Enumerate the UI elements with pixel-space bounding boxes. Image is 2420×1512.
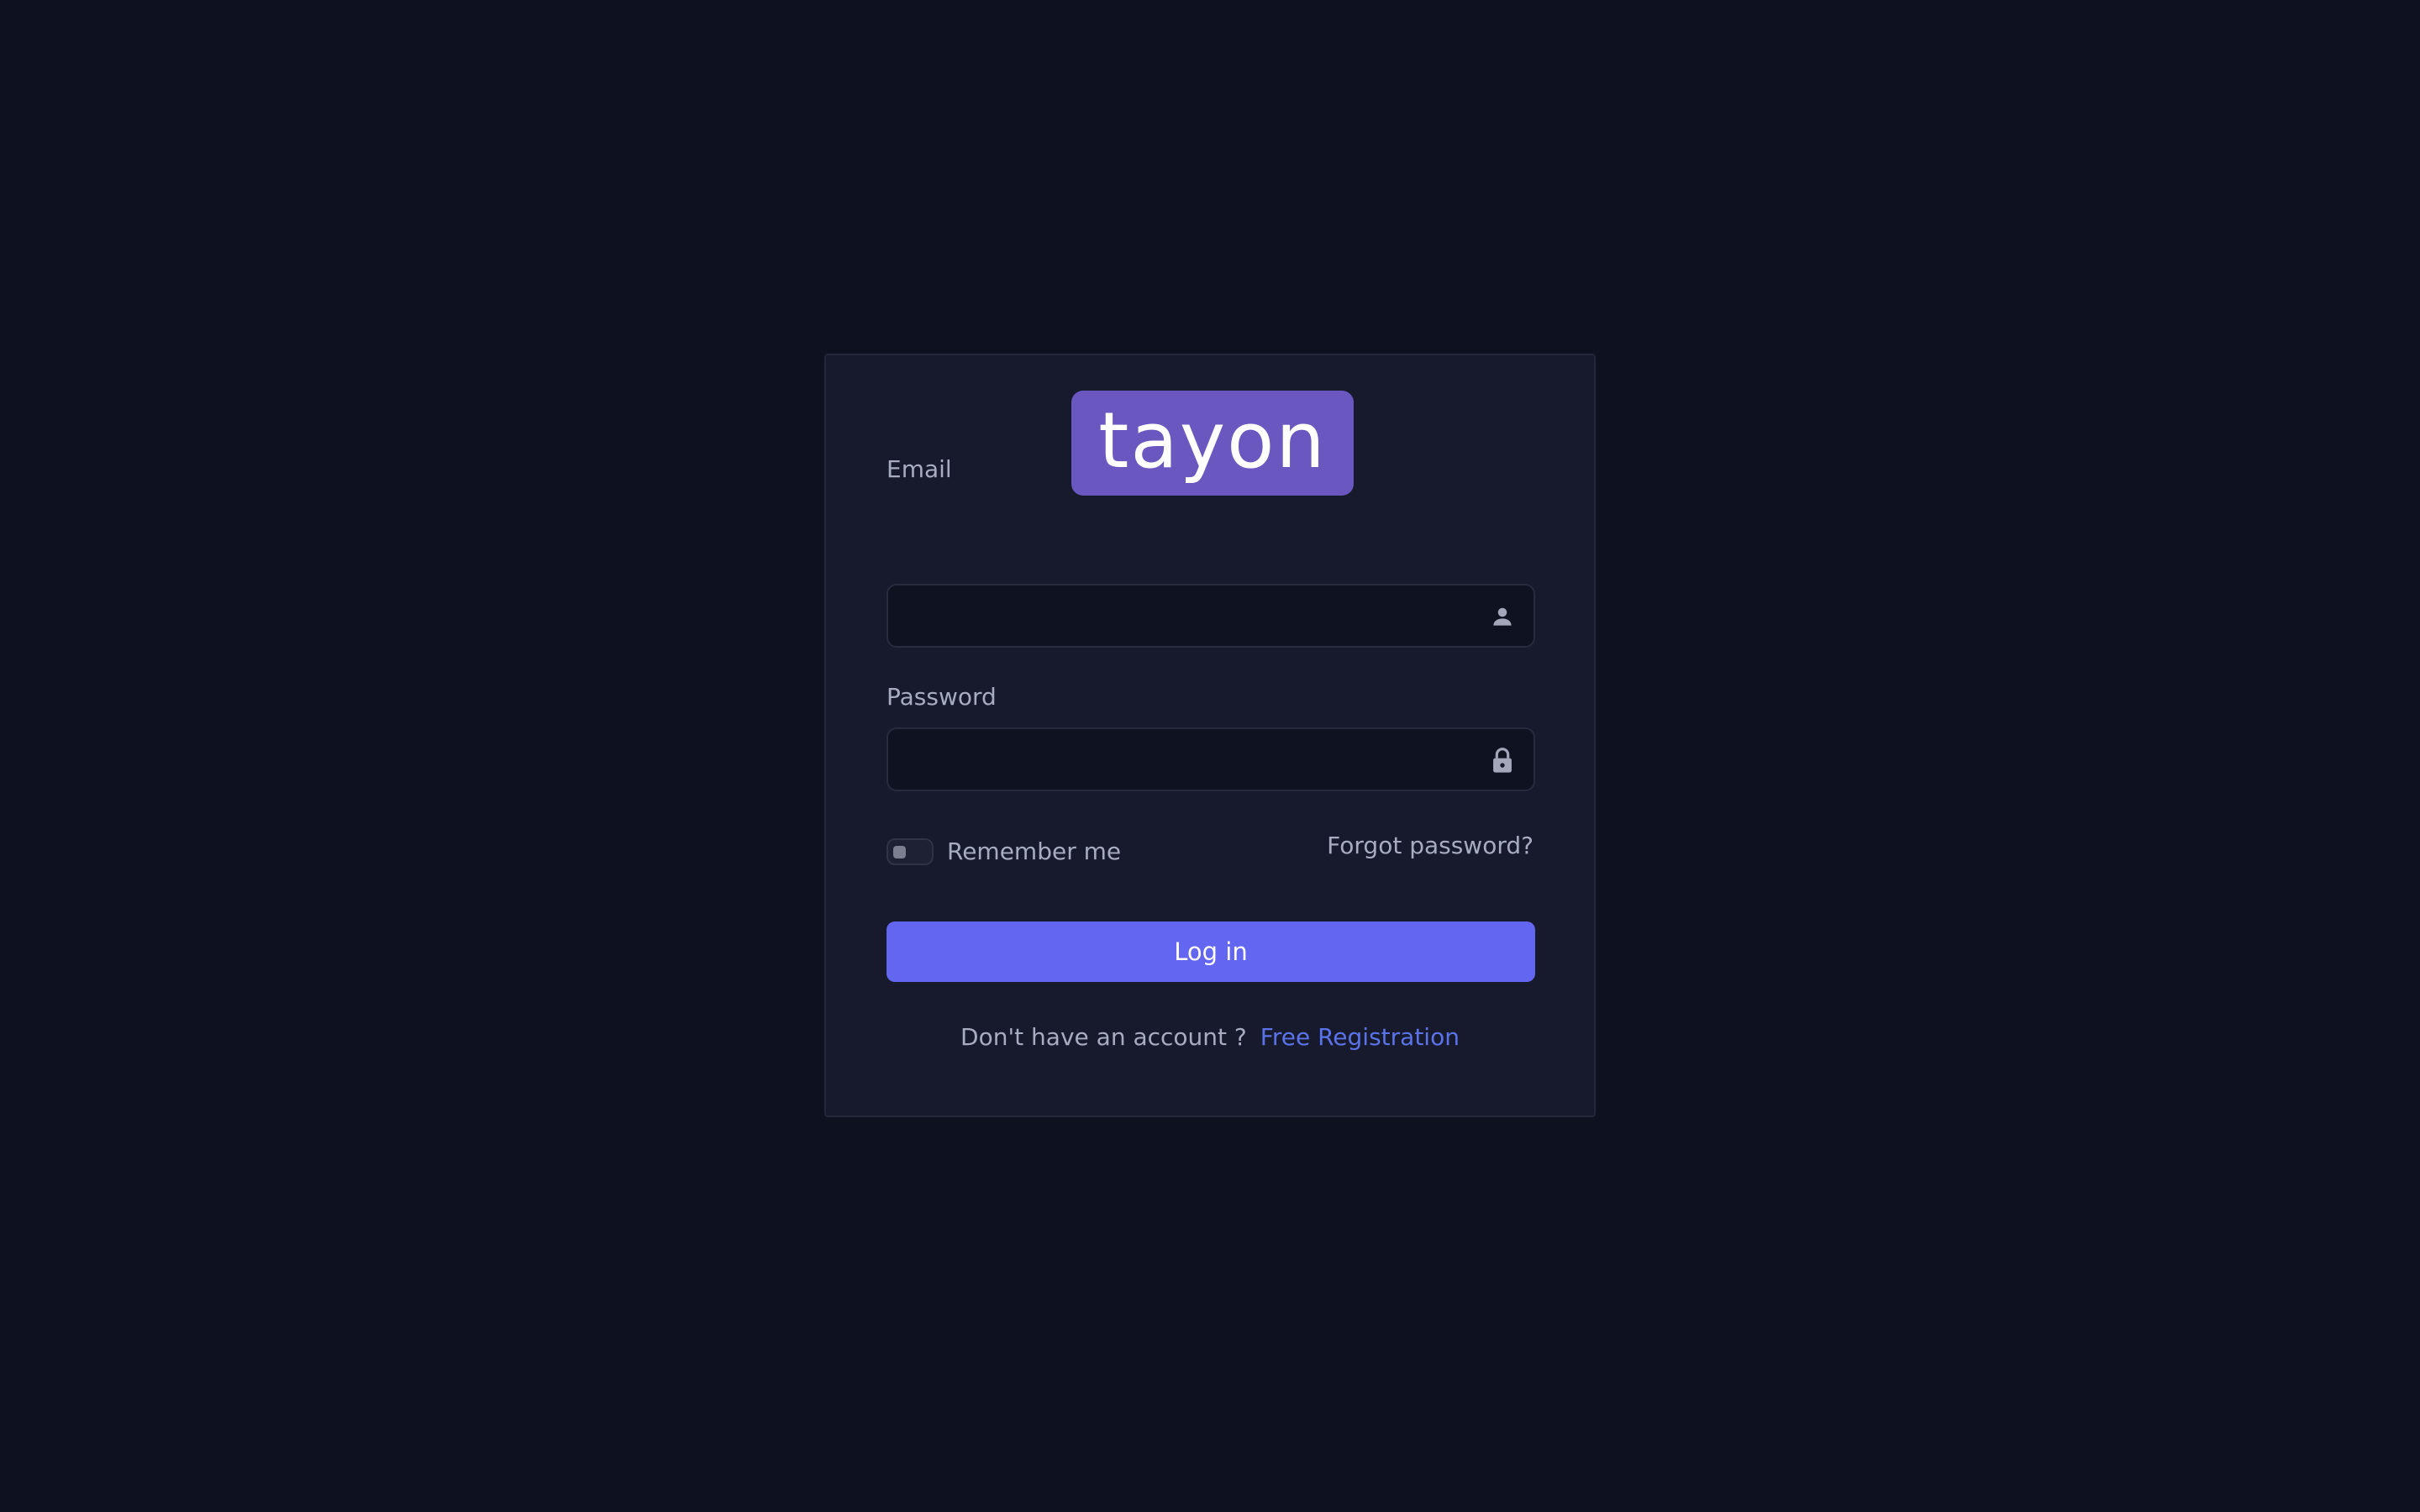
password-input[interactable] <box>888 729 1468 790</box>
login-button[interactable]: Log in <box>886 921 1535 982</box>
password-label: Password <box>886 683 997 711</box>
lock-icon <box>1488 746 1517 774</box>
toggle-knob <box>893 846 906 858</box>
email-label: Email <box>886 455 952 483</box>
brand-logo: tayon <box>1071 391 1354 496</box>
remember-me-toggle[interactable] <box>886 838 934 865</box>
user-icon <box>1488 602 1517 631</box>
no-account-text: Don't have an account ? <box>960 1023 1247 1051</box>
registration-prompt: Don't have an account ? Free Registration <box>826 1026 1594 1049</box>
forgot-password-link[interactable]: Forgot password? <box>1327 834 1534 858</box>
password-field-wrapper <box>886 727 1535 791</box>
login-page: tayon Email Password Remember me Forgot … <box>0 0 2420 1512</box>
free-registration-link[interactable]: Free Registration <box>1260 1023 1460 1051</box>
remember-me-label[interactable]: Remember me <box>947 840 1121 864</box>
email-input[interactable] <box>888 585 1468 646</box>
login-card: tayon Email Password Remember me Forgot … <box>824 354 1596 1117</box>
remember-me-row: Remember me <box>886 837 1121 866</box>
email-field-wrapper <box>886 584 1535 648</box>
